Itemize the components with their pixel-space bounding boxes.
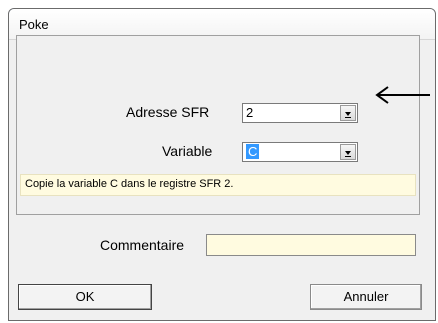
- dropdown-arrow-icon[interactable]: [340, 144, 356, 160]
- sfr-address-value: 2: [246, 105, 254, 120]
- variable-value: C: [246, 144, 260, 159]
- ok-button[interactable]: OK: [18, 284, 152, 310]
- sfr-address-label: Adresse SFR: [126, 104, 210, 120]
- sfr-address-dropdown[interactable]: 2: [242, 103, 358, 123]
- variable-dropdown[interactable]: C: [242, 142, 358, 162]
- dropdown-arrow-icon[interactable]: [340, 105, 356, 121]
- comment-field[interactable]: [206, 234, 416, 256]
- comment-label: Commentaire: [100, 237, 185, 253]
- cancel-button[interactable]: Annuler: [310, 284, 422, 310]
- info-message: Copie la variable C dans le registre SFR…: [20, 174, 416, 196]
- left-arrow-icon: [375, 86, 430, 104]
- variable-label: Variable: [162, 143, 213, 159]
- window-title: Poke: [19, 17, 49, 32]
